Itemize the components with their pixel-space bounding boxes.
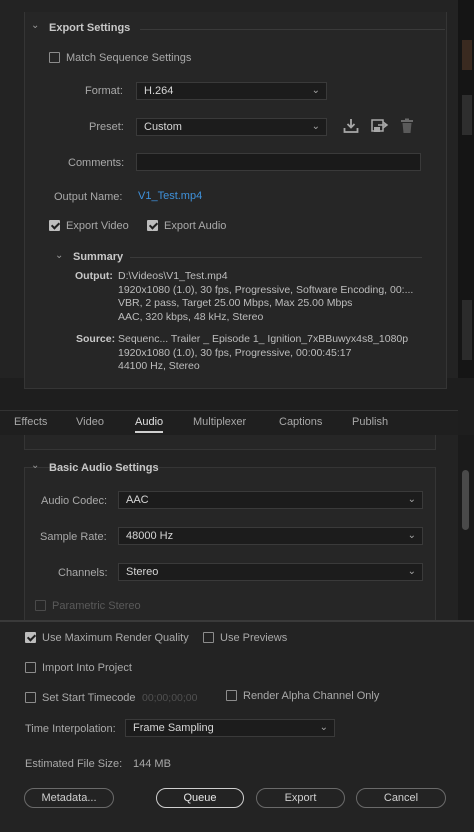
output-summary-line: D:\Videos\V1_Test.mp4 — [118, 270, 228, 282]
import-preset-icon[interactable] — [371, 118, 389, 137]
audio-codec-label: Audio Codec: — [41, 495, 108, 507]
channels-label: Channels: — [58, 567, 108, 579]
preset-value: Custom — [144, 121, 182, 133]
parametric-stereo-checkbox[interactable] — [35, 600, 46, 611]
sample-rate-select[interactable]: 48000 Hz ⌄ — [118, 527, 423, 545]
import-into-project-label: Import Into Project — [42, 662, 132, 674]
export-audio-checkbox[interactable] — [147, 220, 158, 231]
source-summary-label: Source: — [76, 333, 116, 345]
chevron-down-icon: ⌄ — [311, 121, 320, 132]
source-summary: Sequenc... Trailer _ Episode 1_ Ignition… — [118, 333, 418, 374]
basic-audio-header: Basic Audio Settings — [49, 462, 159, 474]
sample-rate-label: Sample Rate: — [40, 531, 107, 543]
summary-divider — [130, 257, 422, 258]
chevron-down-icon: ⌄ — [407, 494, 416, 505]
sample-rate-value: 48000 Hz — [126, 530, 174, 542]
output-summary: D:\Videos\V1_Test.mp4 1920x1080 (1.0), 3… — [118, 270, 418, 324]
trash-icon[interactable] — [400, 118, 414, 137]
match-sequence-label: Match Sequence Settings — [66, 52, 192, 64]
tab-publish[interactable]: Publish — [352, 416, 388, 428]
max-render-quality-label: Use Maximum Render Quality — [42, 632, 189, 644]
output-summary-line: VBR, 2 pass, Target 25.00 Mbps, Max 25.0… — [118, 297, 353, 309]
use-previews-label: Use Previews — [220, 632, 288, 644]
match-sequence-checkbox[interactable] — [49, 52, 60, 63]
audio-codec-select[interactable]: AAC ⌄ — [118, 491, 423, 509]
download-icon[interactable] — [343, 118, 359, 137]
set-start-timecode-label: Set Start Timecode — [42, 692, 136, 704]
import-into-project-checkbox[interactable] — [25, 662, 36, 673]
parametric-stereo-label: Parametric Stereo — [52, 600, 141, 612]
preset-label: Preset: — [89, 121, 124, 133]
format-value: H.264 — [144, 85, 174, 97]
tab-effects[interactable]: Effects — [14, 416, 47, 428]
time-interpolation-value: Frame Sampling — [133, 722, 214, 734]
summary-header: Summary — [73, 251, 124, 263]
metadata-button[interactable]: Metadata... — [24, 788, 114, 808]
render-alpha-only-checkbox[interactable] — [226, 690, 237, 701]
source-summary-line: Sequenc... Trailer _ Episode 1_ Ignition… — [118, 333, 409, 345]
comments-input[interactable] — [136, 153, 421, 171]
source-summary-line: 1920x1080 (1.0), 30 fps, Progressive, 00… — [118, 346, 352, 359]
output-summary-line: 1920x1080 (1.0), 30 fps, Progressive, So… — [118, 283, 414, 296]
use-previews-checkbox[interactable] — [203, 632, 214, 643]
cancel-button[interactable]: Cancel — [356, 788, 446, 808]
chevron-down-icon: ⌄ — [407, 530, 416, 541]
estimated-size-value: 144 MB — [133, 758, 171, 770]
preset-select[interactable]: Custom ⌄ — [136, 118, 327, 136]
format-select[interactable]: H.264 ⌄ — [136, 82, 327, 100]
queue-button[interactable]: Queue — [156, 788, 244, 808]
output-name-label: Output Name: — [54, 191, 123, 203]
previous-section-end — [24, 435, 436, 450]
channels-value: Stereo — [126, 566, 159, 578]
set-start-timecode-checkbox[interactable] — [25, 692, 36, 703]
tab-multiplexer[interactable]: Multiplexer — [193, 416, 246, 428]
export-settings-header: Export Settings — [49, 22, 131, 34]
output-summary-label: Output: — [75, 270, 113, 282]
scrollbar[interactable] — [458, 435, 474, 620]
comments-label: Comments: — [68, 157, 125, 169]
channels-select[interactable]: Stereo ⌄ — [118, 563, 423, 581]
time-interpolation-label: Time Interpolation: — [25, 723, 116, 735]
tab-bar: Effects Video Audio Multiplexer Captions… — [0, 410, 458, 435]
chevron-down-icon[interactable]: ⌄ — [55, 250, 63, 261]
export-button[interactable]: Export — [256, 788, 345, 808]
chevron-down-icon: ⌄ — [407, 566, 416, 577]
chevron-down-icon: ⌄ — [319, 722, 328, 733]
side-preview-strip — [458, 0, 474, 378]
tab-video[interactable]: Video — [76, 416, 104, 428]
time-interpolation-select[interactable]: Frame Sampling ⌄ — [125, 719, 335, 737]
estimated-size-label: Estimated File Size: — [25, 758, 123, 770]
render-alpha-only-label: Render Alpha Channel Only — [243, 690, 380, 702]
start-timecode-value[interactable]: 00;00;00;00 — [142, 692, 197, 704]
chevron-down-icon: ⌄ — [311, 85, 320, 96]
max-render-quality-checkbox[interactable] — [25, 632, 36, 643]
export-audio-label: Export Audio — [164, 220, 227, 232]
audio-codec-value: AAC — [126, 494, 149, 506]
chevron-down-icon[interactable]: ⌄ — [31, 460, 39, 471]
source-summary-line: 44100 Hz, Stereo — [118, 360, 200, 372]
scrollbar-thumb[interactable] — [462, 470, 469, 530]
export-video-checkbox[interactable] — [49, 220, 60, 231]
output-name-link[interactable]: V1_Test.mp4 — [138, 190, 202, 202]
header-divider — [140, 29, 445, 30]
chevron-down-icon[interactable]: ⌄ — [31, 20, 39, 31]
tab-captions[interactable]: Captions — [279, 416, 322, 428]
format-label: Format: — [85, 85, 123, 97]
tab-audio[interactable]: Audio — [135, 416, 164, 433]
output-summary-line: AAC, 320 kbps, 48 kHz, Stereo — [118, 310, 264, 323]
export-video-label: Export Video — [66, 220, 129, 232]
